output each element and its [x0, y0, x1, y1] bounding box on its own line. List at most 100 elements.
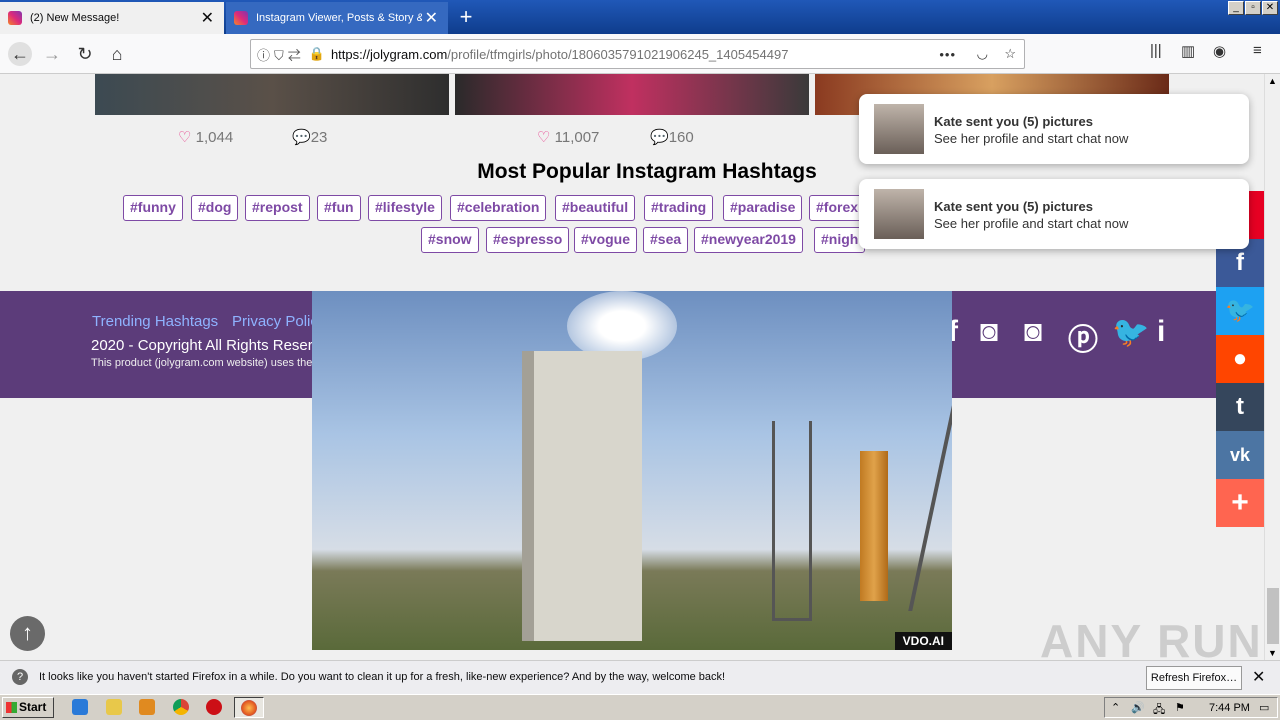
start-label: Start	[19, 700, 47, 714]
hashtag-link[interactable]: #funny	[123, 195, 183, 221]
firefox-notification-bar: ? It looks like you haven't started Fire…	[0, 660, 1280, 694]
flag-icon[interactable]: ⚑	[1175, 701, 1185, 714]
vk-icon: vk	[1229, 445, 1251, 465]
reddit-icon: ●	[1232, 345, 1248, 372]
system-tray: ⌃ 🔊 🖧 ⚑ 7:44 PM ▭	[1104, 697, 1278, 718]
info-icon[interactable]: i	[1157, 315, 1165, 349]
footer-link-privacy[interactable]: Privacy Polic	[232, 313, 318, 330]
site-info-icon[interactable]: ⓘ⛉⇄	[257, 45, 305, 64]
show-desktop-icon[interactable]: ▭	[1259, 701, 1269, 714]
footer-link-trending[interactable]: Trending Hashtags	[92, 313, 218, 330]
share-tumblr-button[interactable]: t	[1216, 383, 1264, 431]
chrome-icon[interactable]	[173, 699, 189, 715]
bookmark-star-icon[interactable]: ☆	[1004, 46, 1016, 62]
network-icon[interactable]: 🖧	[1153, 701, 1165, 720]
hashtag-link[interactable]: #forex	[809, 195, 866, 221]
notification-message: It looks like you haven't started Firefo…	[39, 671, 726, 683]
video-ad-player[interactable]: VDO.AI	[312, 291, 952, 650]
chat-notification[interactable]: Kate sent you (5) pictures See her profi…	[859, 94, 1249, 164]
comments-count: 💬160	[650, 128, 694, 146]
refresh-firefox-button[interactable]: Refresh Firefox…	[1146, 666, 1242, 690]
scroll-down-arrow-icon[interactable]: ▼	[1268, 648, 1277, 658]
hashtag-link[interactable]: #snow	[421, 227, 479, 253]
pinterest-icon[interactable]: ⓟ	[1068, 315, 1098, 359]
heart-icon: ♡	[178, 129, 192, 146]
opera-icon[interactable]	[206, 699, 222, 715]
notification-text: See her profile and start chat now	[934, 216, 1129, 231]
post-thumbnail[interactable]	[95, 74, 449, 115]
instagram-favicon-icon	[234, 11, 248, 25]
clock: 7:44 PM	[1209, 702, 1250, 714]
hashtag-link[interactable]: #beautiful	[555, 195, 636, 221]
close-tab-icon[interactable]: ✕	[425, 8, 438, 28]
hashtag-link[interactable]: #celebration	[450, 195, 547, 221]
scroll-up-arrow-icon[interactable]: ▲	[1268, 76, 1277, 86]
disclaimer-text: This product (jolygram.com website) uses…	[91, 357, 313, 369]
tray-expand-icon[interactable]: ⌃	[1111, 701, 1120, 714]
hashtag-link[interactable]: #repost	[245, 195, 310, 221]
url-bar[interactable]: ⓘ⛉⇄ 🔒 https://jolygram.com /profile/tfmg…	[250, 39, 1025, 69]
url-host: https://jolygram.com	[330, 46, 448, 62]
folder-icon[interactable]	[106, 699, 122, 715]
twitter-icon[interactable]: 🐦	[1112, 315, 1149, 350]
instagram-icon[interactable]: ◙	[1024, 315, 1042, 349]
tab-new-message[interactable]: (2) New Message! ✕	[0, 2, 224, 34]
profile-photo	[874, 104, 924, 154]
share-twitter-button[interactable]: 🐦	[1216, 287, 1264, 335]
forward-button[interactable]: →	[40, 42, 64, 66]
heart-icon: ♡	[537, 129, 551, 146]
scrollbar-thumb[interactable]	[1267, 588, 1279, 644]
pocket-icon[interactable]: ◡	[977, 46, 988, 62]
hashtag-link[interactable]: #espresso	[486, 227, 570, 253]
video-frame	[860, 451, 888, 601]
page-actions-icon[interactable]: •••	[939, 47, 956, 62]
close-tab-icon[interactable]: ✕	[201, 8, 214, 28]
vertical-scrollbar[interactable]: ▲ ▼	[1264, 74, 1280, 660]
likes-value: 1,044	[195, 129, 234, 146]
start-button[interactable]: Start	[2, 697, 54, 718]
hashtag-link[interactable]: #nigh	[814, 227, 866, 253]
account-icon[interactable]: ◉	[1213, 42, 1226, 60]
volume-icon[interactable]: 🔊	[1131, 701, 1145, 714]
windows-taskbar: Start ⌃ 🔊 🖧 ⚑ 7:44 PM ▭	[0, 694, 1280, 720]
hashtag-link[interactable]: #vogue	[574, 227, 638, 253]
hashtag-link[interactable]: #paradise	[723, 195, 803, 221]
post-thumbnail[interactable]	[455, 74, 809, 115]
minimize-button[interactable]: _	[1228, 1, 1244, 15]
navigation-toolbar: ← → ↻ ⌂ ⓘ⛉⇄ 🔒 https://jolygram.com /prof…	[0, 34, 1280, 74]
close-window-button[interactable]: ✕	[1262, 1, 1278, 15]
home-button[interactable]: ⌂	[105, 42, 129, 66]
comments-value: 160	[668, 129, 694, 146]
firefox-icon	[241, 700, 257, 716]
share-vk-button[interactable]: vk	[1216, 431, 1264, 479]
profile-photo	[874, 189, 924, 239]
chat-notification[interactable]: Kate sent you (5) pictures See her profi…	[859, 179, 1249, 249]
share-reddit-button[interactable]: ●	[1216, 335, 1264, 383]
close-notification-icon[interactable]: ✕	[1252, 667, 1265, 687]
hashtag-link[interactable]: #trading	[644, 195, 714, 221]
vdo-ai-badge[interactable]: VDO.AI	[894, 632, 952, 650]
instagram-favicon-icon	[8, 11, 22, 25]
media-player-icon[interactable]	[139, 699, 155, 715]
hashtag-link[interactable]: #dog	[191, 195, 239, 221]
hashtag-link[interactable]: #lifestyle	[368, 195, 442, 221]
instagram-icon[interactable]: ◙	[980, 315, 998, 349]
sidebar-icon[interactable]: ▥	[1181, 42, 1195, 60]
ie-icon[interactable]	[72, 699, 88, 715]
tumblr-icon: t	[1236, 393, 1244, 420]
hashtag-link[interactable]: #fun	[317, 195, 361, 221]
tab-instagram-viewer[interactable]: Instagram Viewer, Posts & Story & ✕	[226, 2, 448, 34]
hashtag-link[interactable]: #newyear2019	[694, 227, 803, 253]
share-more-button[interactable]: +	[1216, 479, 1264, 527]
hashtag-link[interactable]: #sea	[643, 227, 689, 253]
notification-title: Kate sent you (5) pictures	[934, 199, 1093, 214]
back-button[interactable]: ←	[8, 42, 32, 66]
library-icon[interactable]: |||	[1150, 42, 1162, 59]
menu-icon[interactable]: ≡	[1253, 42, 1262, 59]
firefox-taskbar-button[interactable]	[234, 697, 264, 718]
new-tab-button[interactable]: +	[452, 4, 480, 30]
comments-value: 23	[310, 129, 328, 146]
reload-button[interactable]: ↻	[73, 42, 97, 66]
scroll-to-top-button[interactable]: ↑	[10, 616, 45, 651]
maximize-button[interactable]: ▫	[1245, 1, 1261, 15]
